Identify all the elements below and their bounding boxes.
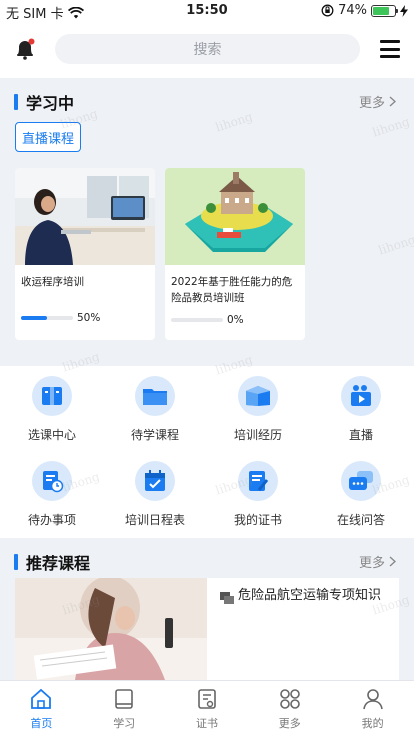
section-title-recommended: 推荐课程 — [14, 550, 90, 574]
course-progress-percent: 0% — [227, 314, 244, 326]
battery-percent: 74% — [338, 3, 367, 18]
more-label: 更多 — [358, 96, 385, 111]
course-progress-bar — [171, 318, 223, 322]
grid-label: 待学课程 — [130, 428, 179, 442]
grid-item-pending-courses[interactable]: 待学课程 — [110, 376, 200, 443]
grid-label: 直播 — [348, 428, 373, 442]
more-link-recommended[interactable]: 更多 — [359, 552, 396, 571]
function-grid: 选课中心 待学课程 培训经历 直播 待办事项 培训日程表 我的证书 在线问答 — [0, 366, 414, 538]
search-placeholder: 搜索 — [193, 42, 222, 58]
grid-item-todo[interactable]: 待办事项 — [7, 461, 97, 528]
grid-item-live[interactable]: 直播 — [316, 376, 406, 443]
course-progress-percent: 50% — [77, 312, 101, 324]
course-card[interactable]: 2022年基于胜任能力的危险品教员培训班 0% — [165, 168, 305, 340]
more-link-learning[interactable]: 更多 — [359, 92, 396, 111]
tab-label: 证书 — [195, 717, 218, 730]
chevron-right-icon — [389, 96, 396, 107]
grid-label: 在线问答 — [336, 513, 385, 527]
course-card[interactable]: 收运程序培训 50% — [15, 168, 155, 340]
tab-label: 更多 — [278, 717, 301, 730]
grid-label: 我的证书 — [233, 513, 282, 527]
hamburger-menu-icon[interactable] — [380, 40, 400, 58]
recommended-course-card[interactable]: 危险品航空运输专项知识 — [15, 578, 399, 680]
video-camera-icon — [341, 376, 381, 416]
book-icon — [115, 689, 133, 709]
notification-bell-icon[interactable] — [14, 38, 36, 60]
tab-label: 首页 — [30, 717, 53, 730]
section-title-text: 学习中 — [26, 94, 75, 113]
charging-icon — [400, 4, 408, 17]
calendar-icon — [135, 461, 175, 501]
course-progress-bar — [21, 316, 73, 320]
grid-label: 培训日程表 — [124, 513, 185, 527]
grid-icon — [279, 689, 300, 709]
tab-more[interactable]: 更多 — [248, 681, 331, 736]
recommended-section: 推荐课程 更多 危险品航空运输专项知识 — [0, 540, 414, 680]
user-icon — [362, 689, 383, 710]
grid-label: 培训经历 — [233, 428, 282, 442]
live-course-label: 直播课程 — [21, 131, 74, 147]
more-label: 更多 — [358, 556, 385, 571]
book-catalog-icon — [32, 376, 72, 416]
top-header: 搜索 — [0, 22, 414, 78]
title-accent-bar — [14, 554, 18, 570]
status-bar: 无 SIM 卡 15:50 74% — [0, 0, 414, 22]
status-right: 74% — [321, 3, 408, 18]
tab-label: 学习 — [113, 717, 136, 730]
grid-item-course-center[interactable]: 选课中心 — [7, 376, 97, 443]
chat-icon — [341, 461, 381, 501]
course-thumbnail — [15, 578, 207, 680]
course-title: 收运程序培训 — [21, 276, 84, 288]
course-thumbnail — [165, 168, 305, 265]
course-title: 2022年基于胜任能力的危险品教员培训班 — [171, 276, 293, 304]
grid-item-training-history[interactable]: 培训经历 — [213, 376, 303, 443]
grid-label: 待办事项 — [27, 513, 76, 527]
learning-section: 学习中 更多 直播课程 收运程序培训 50% 2022年基于胜任能力的危险品教员… — [0, 78, 414, 364]
tab-label: 我的 — [361, 717, 384, 730]
grid-item-online-qa[interactable]: 在线问答 — [316, 461, 406, 528]
bottom-tab-bar: 首页 学习 证书 更多 我的 — [0, 680, 414, 736]
open-book-icon — [238, 376, 278, 416]
battery-icon — [371, 4, 398, 17]
todo-clock-icon — [32, 461, 72, 501]
grid-item-my-certificates[interactable]: 我的证书 — [213, 461, 303, 528]
grid-label: 选课中心 — [27, 428, 76, 442]
tab-certificates[interactable]: 证书 — [166, 681, 249, 736]
course-thumbnail — [15, 168, 155, 265]
tab-profile[interactable]: 我的 — [331, 681, 414, 736]
chevron-right-icon — [389, 556, 396, 567]
tab-home[interactable]: 首页 — [0, 681, 83, 736]
notification-dot-icon — [28, 38, 35, 45]
home-icon — [31, 688, 52, 709]
section-title-text: 推荐课程 — [26, 554, 91, 573]
certificate-icon — [238, 461, 278, 501]
orientation-lock-icon — [321, 4, 334, 17]
title-accent-bar — [14, 94, 18, 110]
tab-study[interactable]: 学习 — [83, 681, 166, 736]
grid-item-training-schedule[interactable]: 培训日程表 — [110, 461, 200, 528]
section-title-learning: 学习中 — [14, 90, 74, 114]
folder-icon — [135, 376, 175, 416]
live-course-button[interactable]: 直播课程 — [15, 122, 81, 152]
search-input[interactable]: 搜索 — [55, 34, 360, 64]
certificate-icon — [198, 689, 216, 709]
recommended-course-title: 危险品航空运输专项知识 — [238, 588, 382, 603]
